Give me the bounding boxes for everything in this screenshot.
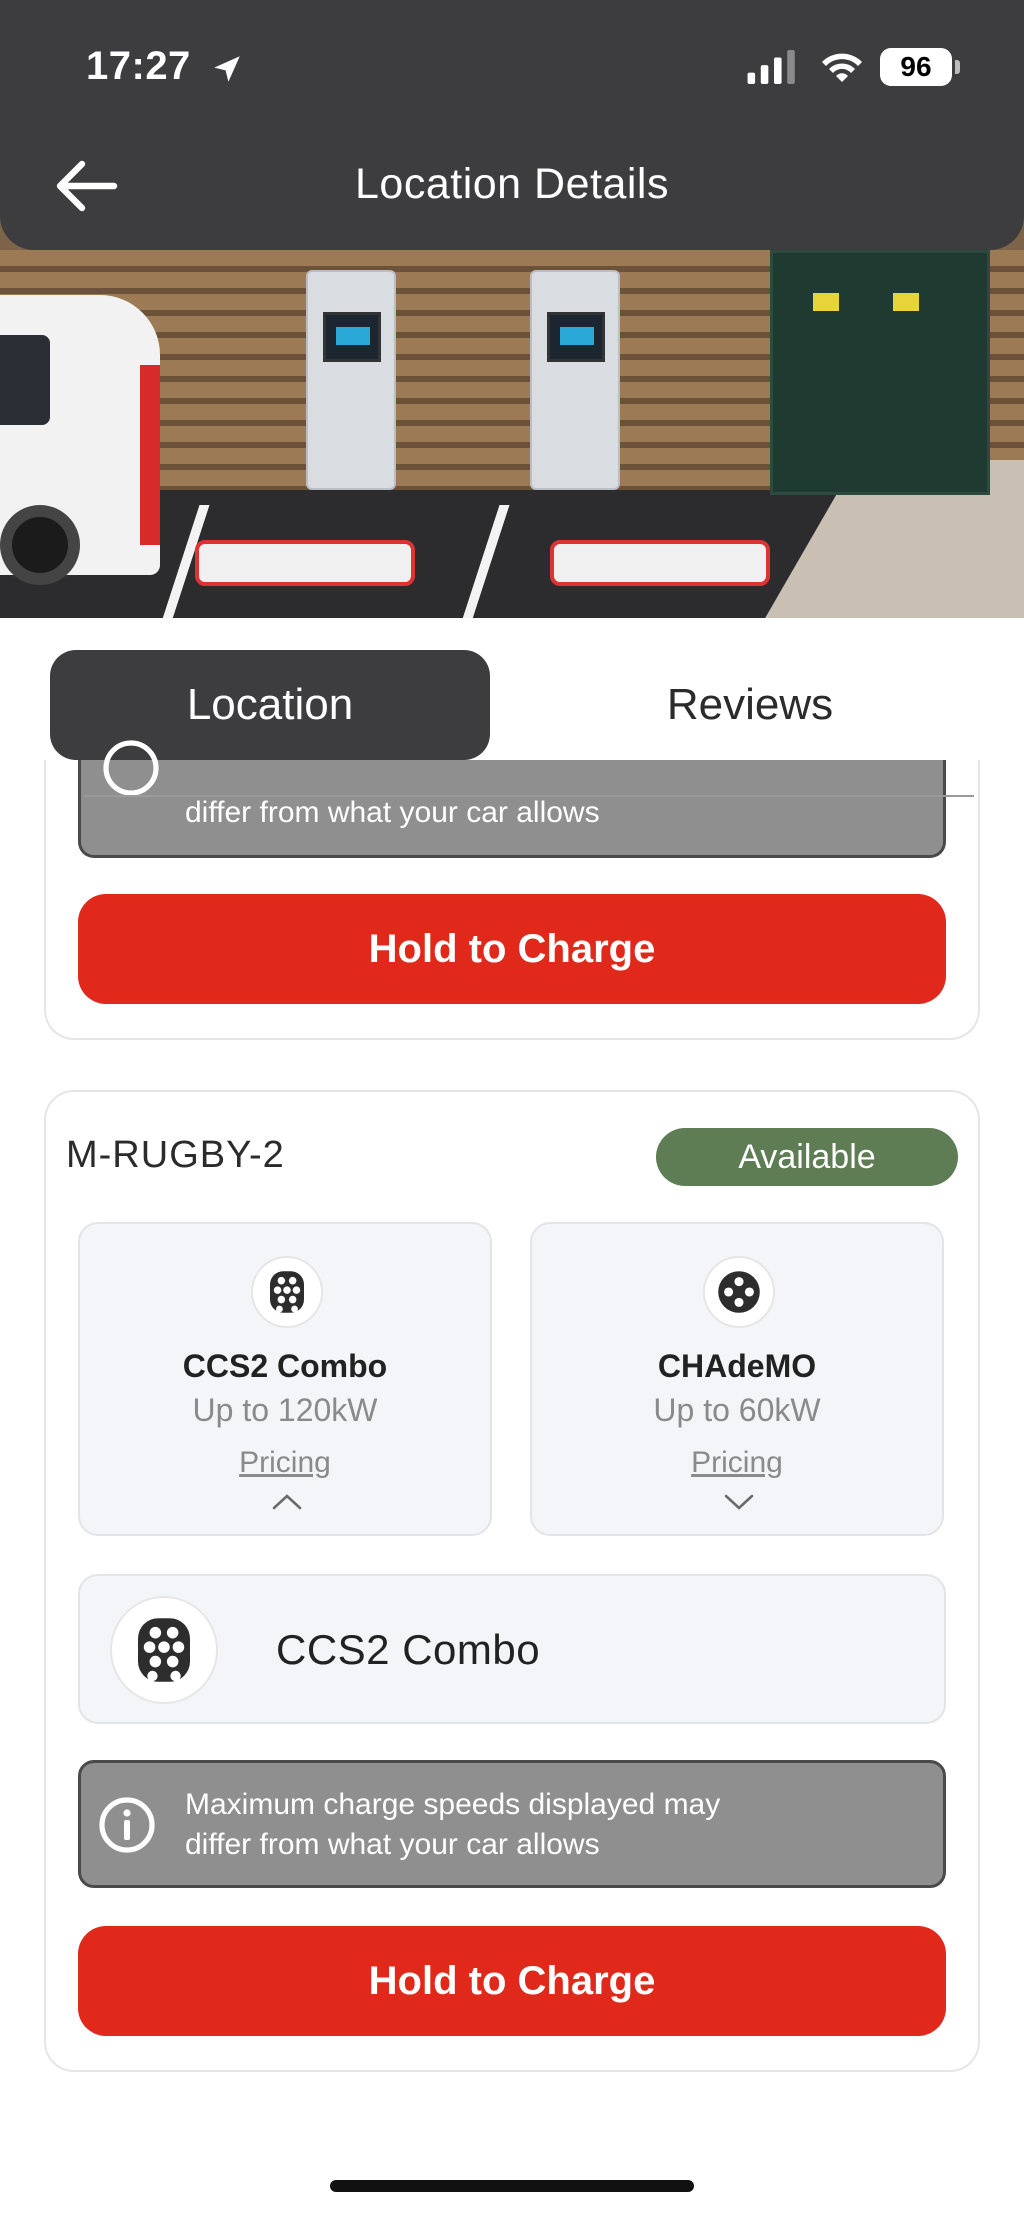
- status-badge: Available: [656, 1128, 958, 1186]
- connector-card-chademo[interactable]: CHAdeMO Up to 60kW Pricing: [530, 1222, 944, 1536]
- location-details-screen: 17:27 96 Location Details Location Revie…: [0, 0, 1024, 2216]
- info-icon: [99, 1797, 155, 1853]
- connector-name: CHAdeMO: [657, 1348, 817, 1384]
- wifi-icon: [822, 53, 862, 82]
- notice-line: Maximum charge speeds displayed may: [185, 1788, 721, 1821]
- charge-speed-notice: differ from what your car allows: [78, 740, 946, 858]
- pricing-link[interactable]: Pricing: [532, 1446, 942, 1480]
- photo-van: [0, 295, 160, 585]
- connector-power: Up to 120kW: [192, 1392, 378, 1428]
- connector-power: Up to 60kW: [653, 1392, 821, 1428]
- connector-name: CCS2 Combo: [182, 1348, 388, 1384]
- charge-speed-notice: Maximum charge speeds displayed may diff…: [78, 1760, 946, 1888]
- hold-to-charge-button[interactable]: Hold to Charge: [78, 894, 946, 1004]
- chevron-up-icon[interactable]: [270, 1490, 304, 1514]
- battery-nub: [955, 60, 960, 74]
- home-indicator: [330, 2180, 694, 2192]
- notice-text: differ from what your car allows: [185, 796, 600, 829]
- tab-bar: Location Reviews: [50, 650, 974, 762]
- notice-line: differ from what your car allows: [185, 1828, 600, 1861]
- info-icon: [103, 740, 159, 796]
- selected-connector-name: CCS2 Combo: [276, 1626, 541, 1673]
- status-time: 17:27: [86, 44, 191, 88]
- battery-icon: 96: [880, 48, 952, 86]
- ccs2-plug-icon: [251, 1256, 323, 1328]
- station-name: M-RUGBY-2: [66, 1134, 285, 1176]
- chademo-plug-icon: [703, 1256, 775, 1328]
- photo-cabinet: [770, 250, 990, 495]
- selected-connector[interactable]: CCS2 Combo: [78, 1574, 946, 1724]
- photo-bay-marking: [195, 540, 415, 586]
- page-title: Location Details: [355, 160, 669, 208]
- ccs2-plug-icon: [110, 1596, 218, 1704]
- chevron-down-icon[interactable]: [722, 1490, 756, 1514]
- header-bar: 17:27 96 Location Details: [0, 0, 1024, 250]
- location-arrow-icon: [214, 56, 240, 82]
- connector-card-ccs2[interactable]: CCS2 Combo Up to 120kW Pricing: [78, 1222, 492, 1536]
- location-photo: [0, 200, 1024, 618]
- pricing-link[interactable]: Pricing: [80, 1446, 490, 1480]
- tab-reviews[interactable]: Reviews: [530, 650, 970, 760]
- notice-text: Maximum charge speeds displayed may diff…: [185, 1785, 720, 1865]
- photo-charger: [306, 270, 396, 490]
- hold-to-charge-button[interactable]: Hold to Charge: [78, 1926, 946, 2036]
- tab-divider: [84, 795, 974, 797]
- cellular-signal-icon: [747, 50, 795, 84]
- photo-charger: [530, 270, 620, 490]
- photo-bay-marking: [550, 540, 770, 586]
